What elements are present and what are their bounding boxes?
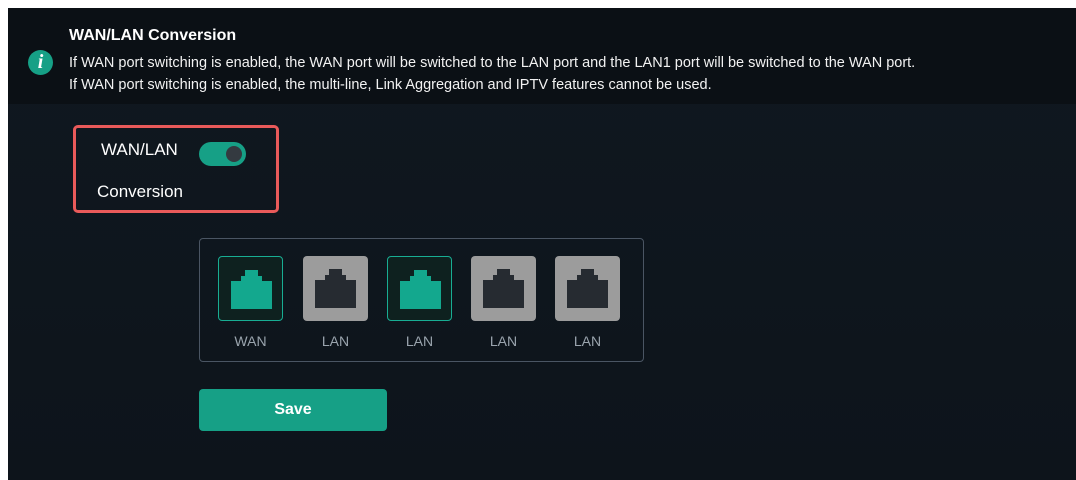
ethernet-port-icon <box>315 269 356 308</box>
port-label-lan-3: LAN <box>489 333 518 349</box>
notice-title: WAN/LAN Conversion <box>69 27 237 44</box>
ethernet-port-icon <box>231 270 272 309</box>
port-label-lan-1: LAN <box>321 333 350 349</box>
port-lan-4 <box>555 256 620 321</box>
toggle-label-line-1: WAN/LAN <box>101 140 178 159</box>
info-notice: i WAN/LAN Conversion If WAN port switchi… <box>8 8 1076 104</box>
port-lan-2 <box>387 256 452 321</box>
port-wan <box>218 256 283 321</box>
toggle-label-line-2: Conversion <box>97 182 183 201</box>
save-button[interactable]: Save <box>199 389 387 431</box>
switch-knob <box>226 146 242 162</box>
wan-lan-conversion-switch[interactable] <box>199 142 246 166</box>
ethernet-port-icon <box>400 270 441 309</box>
info-icon: i <box>28 50 53 75</box>
ethernet-port-icon <box>567 269 608 308</box>
notice-line-1: If WAN port switching is enabled, the WA… <box>69 55 916 71</box>
port-label-wan: WAN <box>234 333 267 349</box>
port-lan-3 <box>471 256 536 321</box>
ethernet-port-icon <box>483 269 524 308</box>
port-lan-1 <box>303 256 368 321</box>
notice-line-2: If WAN port switching is enabled, the mu… <box>69 77 712 93</box>
port-label-lan-2: LAN <box>405 333 434 349</box>
port-label-lan-4: LAN <box>573 333 602 349</box>
